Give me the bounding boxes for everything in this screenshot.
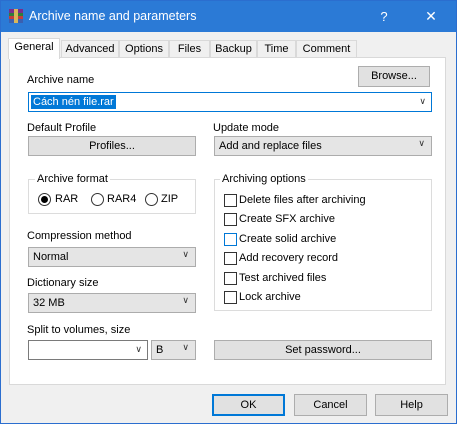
radio-rar[interactable] [38, 193, 51, 206]
chevron-down-icon: ∨ [182, 342, 189, 352]
checkbox-recovery-record-label: Add recovery record [239, 252, 339, 264]
title-help-button[interactable]: ? [366, 3, 402, 30]
title-close-button[interactable]: ✕ [411, 3, 451, 30]
checkbox-lock-archive[interactable] [224, 291, 237, 304]
tab-backup[interactable]: Backup [210, 40, 257, 58]
split-volumes-label: Split to volumes, size [27, 324, 131, 336]
tab-advanced[interactable]: Advanced [61, 40, 119, 58]
radio-rar4-label: RAR4 [107, 193, 137, 205]
chevron-down-icon[interactable]: ∨ [135, 344, 142, 355]
checkbox-recovery-record[interactable] [224, 252, 237, 265]
browse-button[interactable]: Browse... [358, 66, 430, 87]
checkbox-test-files[interactable] [224, 272, 237, 285]
chevron-down-icon[interactable]: ∨ [419, 96, 426, 107]
checkbox-create-sfx[interactable] [224, 213, 237, 226]
help-button[interactable]: Help [375, 394, 448, 416]
dialog-window: Archive name and parameters ? ✕ General … [0, 0, 457, 424]
checkbox-create-solid[interactable] [224, 233, 237, 246]
dictionary-size-value: 32 MB [33, 297, 65, 309]
chevron-down-icon: ∨ [182, 295, 189, 305]
radio-zip[interactable] [145, 193, 158, 206]
archiving-options-label: Archiving options [220, 173, 308, 185]
archive-format-label: Archive format [35, 173, 110, 185]
radio-rar-label: RAR [55, 193, 79, 205]
update-mode-label: Update mode [213, 122, 280, 134]
compression-method-select[interactable]: Normal ∨ [28, 247, 196, 267]
title-bar: Archive name and parameters ? ✕ [1, 1, 456, 32]
chevron-down-icon: ∨ [418, 138, 425, 148]
archive-name-label: Archive name [27, 74, 95, 86]
general-tab-panel: Archive name Browse... Cách nén file.rar… [9, 57, 446, 385]
ok-button[interactable]: OK [212, 394, 285, 416]
window-title: Archive name and parameters [29, 9, 197, 23]
split-volumes-unit-select[interactable]: B ∨ [151, 340, 196, 360]
cancel-button[interactable]: Cancel [294, 394, 367, 416]
checkbox-create-solid-label: Create solid archive [239, 233, 337, 245]
checkbox-test-files-label: Test archived files [239, 272, 327, 284]
checkbox-lock-archive-label: Lock archive [239, 291, 301, 303]
tab-general[interactable]: General [8, 38, 60, 59]
tab-files[interactable]: Files [169, 40, 210, 58]
archive-name-combobox[interactable]: Cách nén file.rar ∨ [28, 92, 432, 112]
split-volumes-combobox[interactable]: ∨ [28, 340, 148, 360]
compression-method-label: Compression method [27, 230, 132, 242]
update-mode-select[interactable]: Add and replace files ∨ [214, 136, 432, 156]
compression-method-value: Normal [33, 251, 69, 263]
checkbox-delete-files[interactable] [224, 194, 237, 207]
archive-name-value: Cách nén file.rar [31, 95, 116, 109]
profiles-button[interactable]: Profiles... [28, 136, 196, 156]
update-mode-value: Add and replace files [219, 140, 322, 152]
chevron-down-icon: ∨ [182, 249, 189, 259]
winrar-app-icon [9, 9, 23, 23]
radio-rar4[interactable] [91, 193, 104, 206]
radio-zip-label: ZIP [161, 193, 179, 205]
set-password-button[interactable]: Set password... [214, 340, 432, 360]
checkbox-create-sfx-label: Create SFX archive [239, 213, 335, 225]
tab-comment[interactable]: Comment [296, 40, 357, 58]
checkbox-delete-files-label: Delete files after archiving [239, 194, 366, 206]
default-profile-label: Default Profile [27, 122, 97, 134]
dictionary-size-label: Dictionary size [27, 277, 99, 289]
tab-time[interactable]: Time [257, 40, 296, 58]
dictionary-size-select[interactable]: 32 MB ∨ [28, 293, 196, 313]
tab-options[interactable]: Options [119, 40, 169, 58]
split-volumes-unit-value: B [156, 344, 164, 356]
